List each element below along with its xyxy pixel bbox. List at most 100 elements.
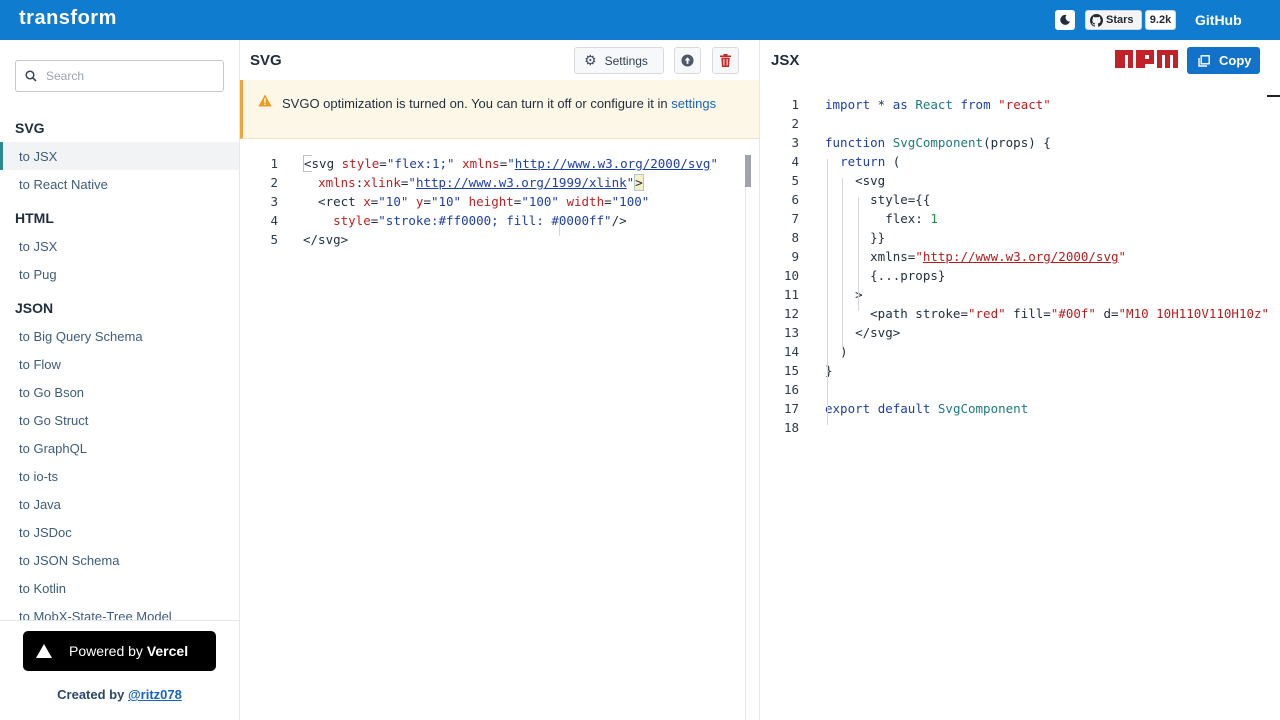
nav-heading-svg: SVG (15, 119, 45, 136)
warning-message: SVGO optimization is turned on. You can … (282, 96, 668, 111)
nav-item-svg-to-react-native[interactable]: to React Native (0, 170, 239, 198)
nav-item-json-to-json-schema[interactable]: to JSON Schema (0, 546, 239, 574)
upload-button[interactable] (674, 47, 701, 74)
code-line: <path stroke="red" fill="#00f" d="M10 10… (825, 306, 1270, 321)
settings-button[interactable]: ⚙ Settings (574, 47, 664, 74)
code-line: style={{ (825, 192, 931, 207)
code-line: > (825, 287, 863, 302)
indent-guide (858, 197, 859, 311)
search-box[interactable] (15, 60, 224, 92)
code-line: <svg style="flex:1;" xmlns="http://www.w… (303, 155, 718, 172)
svg-source-code[interactable]: <svg style="flex:1;" xmlns="http://www.w… (303, 154, 748, 249)
stars-label: Stars (1106, 14, 1134, 26)
line-number: 18 (783, 420, 799, 435)
copy-label: Copy (1219, 53, 1252, 68)
line-number: 3 (791, 135, 799, 150)
code-line: flex: 1 (825, 211, 938, 226)
github-stars-button[interactable]: Stars (1085, 10, 1142, 30)
powered-by-vercel-button[interactable]: Powered by Vercel (23, 631, 216, 671)
indent-guide (827, 159, 828, 425)
code-line: } (825, 363, 833, 378)
nav-item-json-to-go-bson[interactable]: to Go Bson (0, 378, 239, 406)
vercel-triangle-icon (36, 644, 52, 658)
github-link[interactable]: GitHub (1195, 12, 1242, 28)
author-link[interactable]: @ritz078 (128, 687, 182, 702)
jsx-line-numbers: 1 2 3 4 5 6 7 8 9 10 11 12 13 14 15 16 1… (761, 95, 799, 437)
settings-label: Settings (604, 53, 648, 68)
code-line: export default SvgComponent (825, 401, 1029, 416)
moon-icon (1060, 14, 1070, 25)
line-number: 4 (270, 213, 278, 228)
code-line: <rect x="10" y="10" height="100" width="… (303, 194, 650, 209)
jsx-output-panel: JSX npm Copy 1 2 3 4 5 6 7 8 9 10 11 12 … (761, 40, 1280, 720)
code-line: import * as React from "react" (825, 97, 1051, 112)
svg-editor-scrollbar[interactable] (745, 155, 751, 187)
code-line: <svg (825, 173, 886, 188)
svg-line-numbers: 1 2 3 4 5 (240, 154, 278, 249)
nav-item-json-to-java[interactable]: to Java (0, 490, 239, 518)
line-number: 1 (270, 156, 278, 171)
line-number: 11 (783, 287, 799, 302)
jsx-code-editor[interactable]: 1 2 3 4 5 6 7 8 9 10 11 12 13 14 15 16 1… (761, 95, 1280, 720)
code-line: ) (825, 344, 848, 359)
line-number: 13 (783, 325, 799, 340)
line-number: 8 (791, 230, 799, 245)
code-line: {...props} (825, 268, 946, 283)
nav-item-json-to-flow[interactable]: to Flow (0, 350, 239, 378)
nav-item-svg-to-jsx[interactable]: to JSX (0, 142, 239, 170)
code-line: </svg> (303, 232, 349, 247)
sidebar-footer: Powered by Vercel Created by @ritz078 (0, 620, 239, 720)
line-number: 2 (791, 116, 799, 131)
powered-by-label: Powered by (69, 643, 143, 659)
created-by-label: Created by (57, 687, 125, 702)
line-number: 16 (783, 382, 799, 397)
svg-code-editor[interactable]: 1 2 3 4 5 <svg style="flex:1;" xmlns="ht… (240, 154, 745, 720)
github-icon (1090, 13, 1103, 27)
nav-heading-json: JSON (15, 299, 54, 316)
line-number: 17 (783, 401, 799, 416)
brand-logo[interactable]: transform (19, 7, 117, 30)
delete-button[interactable] (712, 47, 739, 74)
jsx-output-code[interactable]: import * as React from "react" function … (825, 95, 1280, 437)
line-number: 1 (791, 97, 799, 112)
search-input[interactable] (46, 69, 216, 83)
code-line: return ( (840, 154, 901, 169)
created-by: Created by @ritz078 (0, 687, 239, 702)
npm-logo-icon[interactable]: npm (1115, 50, 1178, 70)
code-line: }} (825, 230, 886, 245)
nav-item-json-to-mobx-state-tree-model[interactable]: to MobX-State-Tree Model (0, 602, 239, 621)
top-navigation: transform Stars 9.2k GitHub (0, 0, 1280, 40)
code-line: function SvgComponent(props) { (825, 135, 1051, 150)
line-number: 14 (783, 344, 799, 359)
line-number: 9 (791, 249, 799, 264)
indent-guide (559, 217, 560, 236)
nav-item-html-to-pug[interactable]: to Pug (0, 260, 239, 288)
nav-item-json-to-go-struct[interactable]: to Go Struct (0, 406, 239, 434)
stars-count[interactable]: 9.2k (1145, 10, 1176, 30)
svgo-warning-banner: SVGO optimization is turned on. You can … (240, 80, 759, 139)
line-number: 15 (783, 363, 799, 378)
nav-item-json-to-kotlin[interactable]: to Kotlin (0, 574, 239, 602)
nav-heading-html: HTML (15, 209, 54, 226)
code-line: xmlns:xlink="http://www.w3.org/1999/xlin… (318, 174, 644, 191)
svg-editor-scroll-track (745, 154, 746, 720)
line-number: 7 (791, 211, 799, 226)
nav-item-html-to-jsx[interactable]: to JSX (0, 232, 239, 260)
code-line: xmlns="http://www.w3.org/2000/svg" (825, 249, 1127, 264)
nav-item-json-to-big-query-schema[interactable]: to Big Query Schema (0, 322, 239, 350)
nav-item-json-to-jsdoc[interactable]: to JSDoc (0, 518, 239, 546)
jsx-panel-title: JSX (771, 52, 800, 69)
nav-item-json-to-io-ts[interactable]: to io-ts (0, 462, 239, 490)
settings-link[interactable]: settings (671, 96, 716, 111)
svg-panel-header: SVG ⚙ Settings (240, 40, 759, 80)
dark-mode-toggle[interactable] (1055, 10, 1075, 30)
sidebar: SVG to JSX to React Native HTML to JSX t… (0, 40, 240, 720)
npm-label: npm (1147, 63, 1149, 65)
line-number: 5 (791, 173, 799, 188)
search-icon (25, 70, 37, 82)
indent-guide (842, 178, 843, 349)
nav-item-json-to-graphql[interactable]: to GraphQL (0, 434, 239, 462)
copy-button[interactable]: Copy (1187, 47, 1260, 74)
